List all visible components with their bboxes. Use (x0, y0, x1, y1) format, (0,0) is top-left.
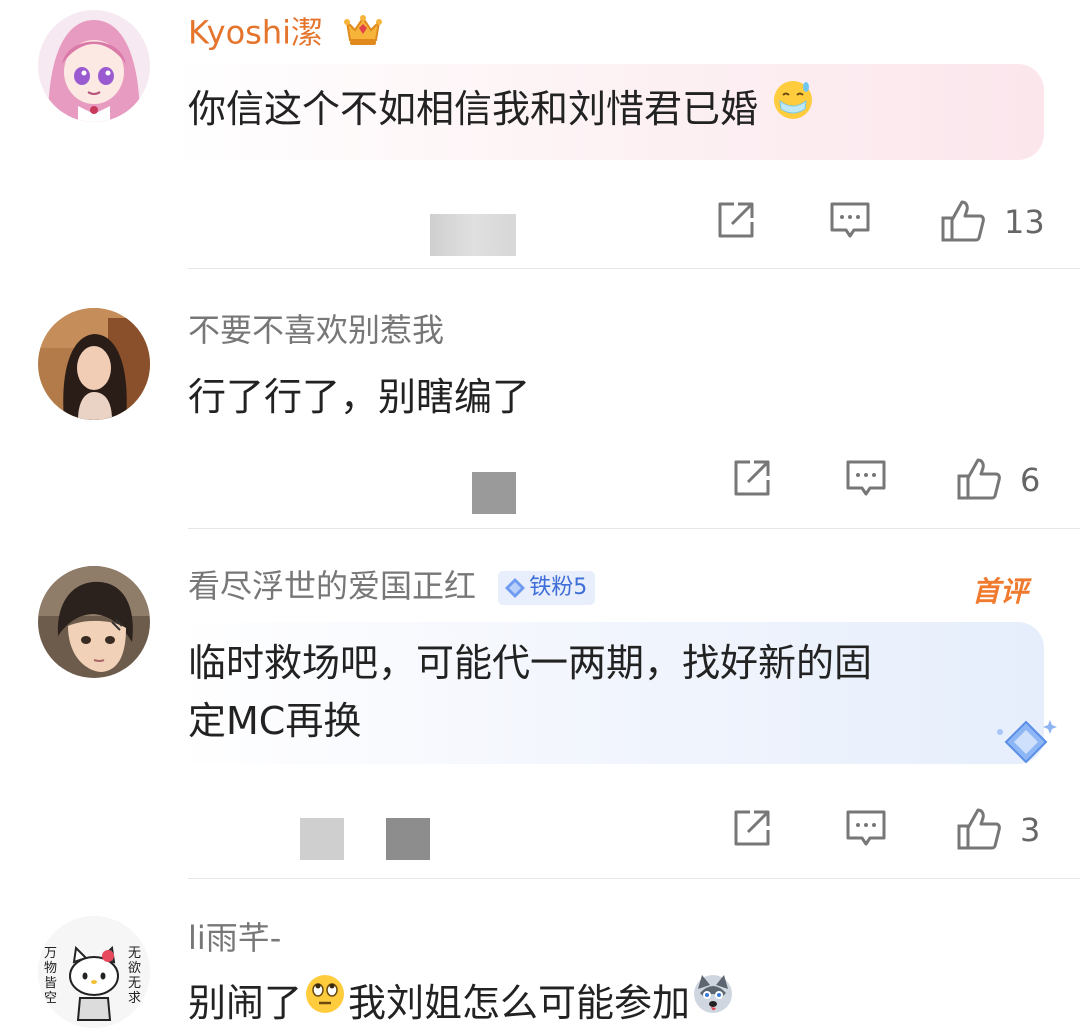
comment-text: 行了行了，别瞎编了 (188, 375, 531, 419)
comment-actions: 6 (0, 456, 1080, 506)
share-icon[interactable] (714, 198, 758, 242)
comment-icon[interactable] (828, 198, 872, 242)
divider (188, 878, 1080, 879)
avatar-text-right: 无欲无求 (128, 946, 142, 1006)
thumbs-up-icon[interactable] (956, 456, 1001, 500)
avatar[interactable] (38, 308, 150, 420)
anime-boy-avatar (38, 566, 150, 678)
like-count: 6 (1020, 461, 1041, 499)
comment-text-line: 定MC再换 (188, 699, 362, 743)
comment-text: 你信这个不如相信我和刘惜君已婚 (188, 80, 816, 141)
comment-actions: 13 (0, 198, 1080, 248)
comment-icon[interactable] (844, 456, 888, 500)
anime-pink-hair-avatar (38, 10, 150, 122)
sweat-smile-mask-emoji (772, 79, 814, 137)
username[interactable]: Kyoshi潔 (188, 12, 383, 57)
divider (188, 528, 1080, 529)
fan-badge-label: 铁粉5 (529, 575, 588, 600)
comment-item: 万物皆空 无欲无求 li雨芊- 别闹了 我刘姐怎么可能参加 (0, 880, 1080, 1030)
comment-item: 不要不喜欢别惹我 行了行了，别瞎编了 6 (0, 270, 1080, 530)
comment-item: Kyoshi潔 你信这个不如相信我和刘惜君已婚 13 (0, 0, 1080, 270)
comment-text: 别闹了 我刘姐怎么可能参加 (188, 974, 736, 1035)
fan-badge[interactable]: 铁粉5 (498, 571, 596, 605)
like-count: 3 (1020, 811, 1041, 849)
eye-roll-emoji (304, 973, 346, 1031)
share-icon[interactable] (730, 806, 774, 850)
avatar-text-left: 万物皆空 (44, 946, 58, 1006)
avatar[interactable] (38, 566, 150, 678)
comment-icon[interactable] (844, 806, 888, 850)
diamond-decoration-icon (997, 720, 1057, 764)
first-comment-tag: 首评 (971, 575, 1028, 608)
like-count: 13 (1004, 203, 1045, 241)
share-icon[interactable] (730, 456, 774, 500)
avatar[interactable] (38, 10, 150, 122)
username-text[interactable]: 看尽浮世的爱国正红 (188, 567, 476, 605)
username[interactable]: 不要不喜欢别惹我 (188, 310, 444, 350)
comment-text-part: 别闹了 (188, 981, 303, 1025)
husky-emoji (692, 973, 734, 1031)
thumbs-up-icon[interactable] (940, 198, 985, 242)
comment-text-content: 你信这个不如相信我和刘惜君已婚 (188, 87, 759, 131)
avatar[interactable]: 万物皆空 无欲无求 (38, 916, 150, 1028)
crown-badge-icon (343, 12, 383, 57)
username-text[interactable]: Kyoshi潔 (188, 14, 323, 52)
username[interactable]: li雨芊- (188, 918, 281, 958)
comment-item: 看尽浮世的爱国正红 铁粉5 首评 临时救场吧，可能代一两期，找好新的固 定MC再… (0, 530, 1080, 880)
diamond-icon (505, 578, 526, 598)
photo-avatar (38, 308, 150, 420)
comment-actions: 3 (0, 806, 1080, 856)
username[interactable]: 看尽浮世的爱国正红 铁粉5 (188, 566, 596, 606)
thumbs-up-icon[interactable] (956, 806, 1001, 850)
comment-text-line: 临时救场吧，可能代一两期，找好新的固 (188, 641, 873, 685)
divider (188, 268, 1080, 269)
comment-text-part: 我刘姐怎么可能参加 (348, 981, 691, 1025)
